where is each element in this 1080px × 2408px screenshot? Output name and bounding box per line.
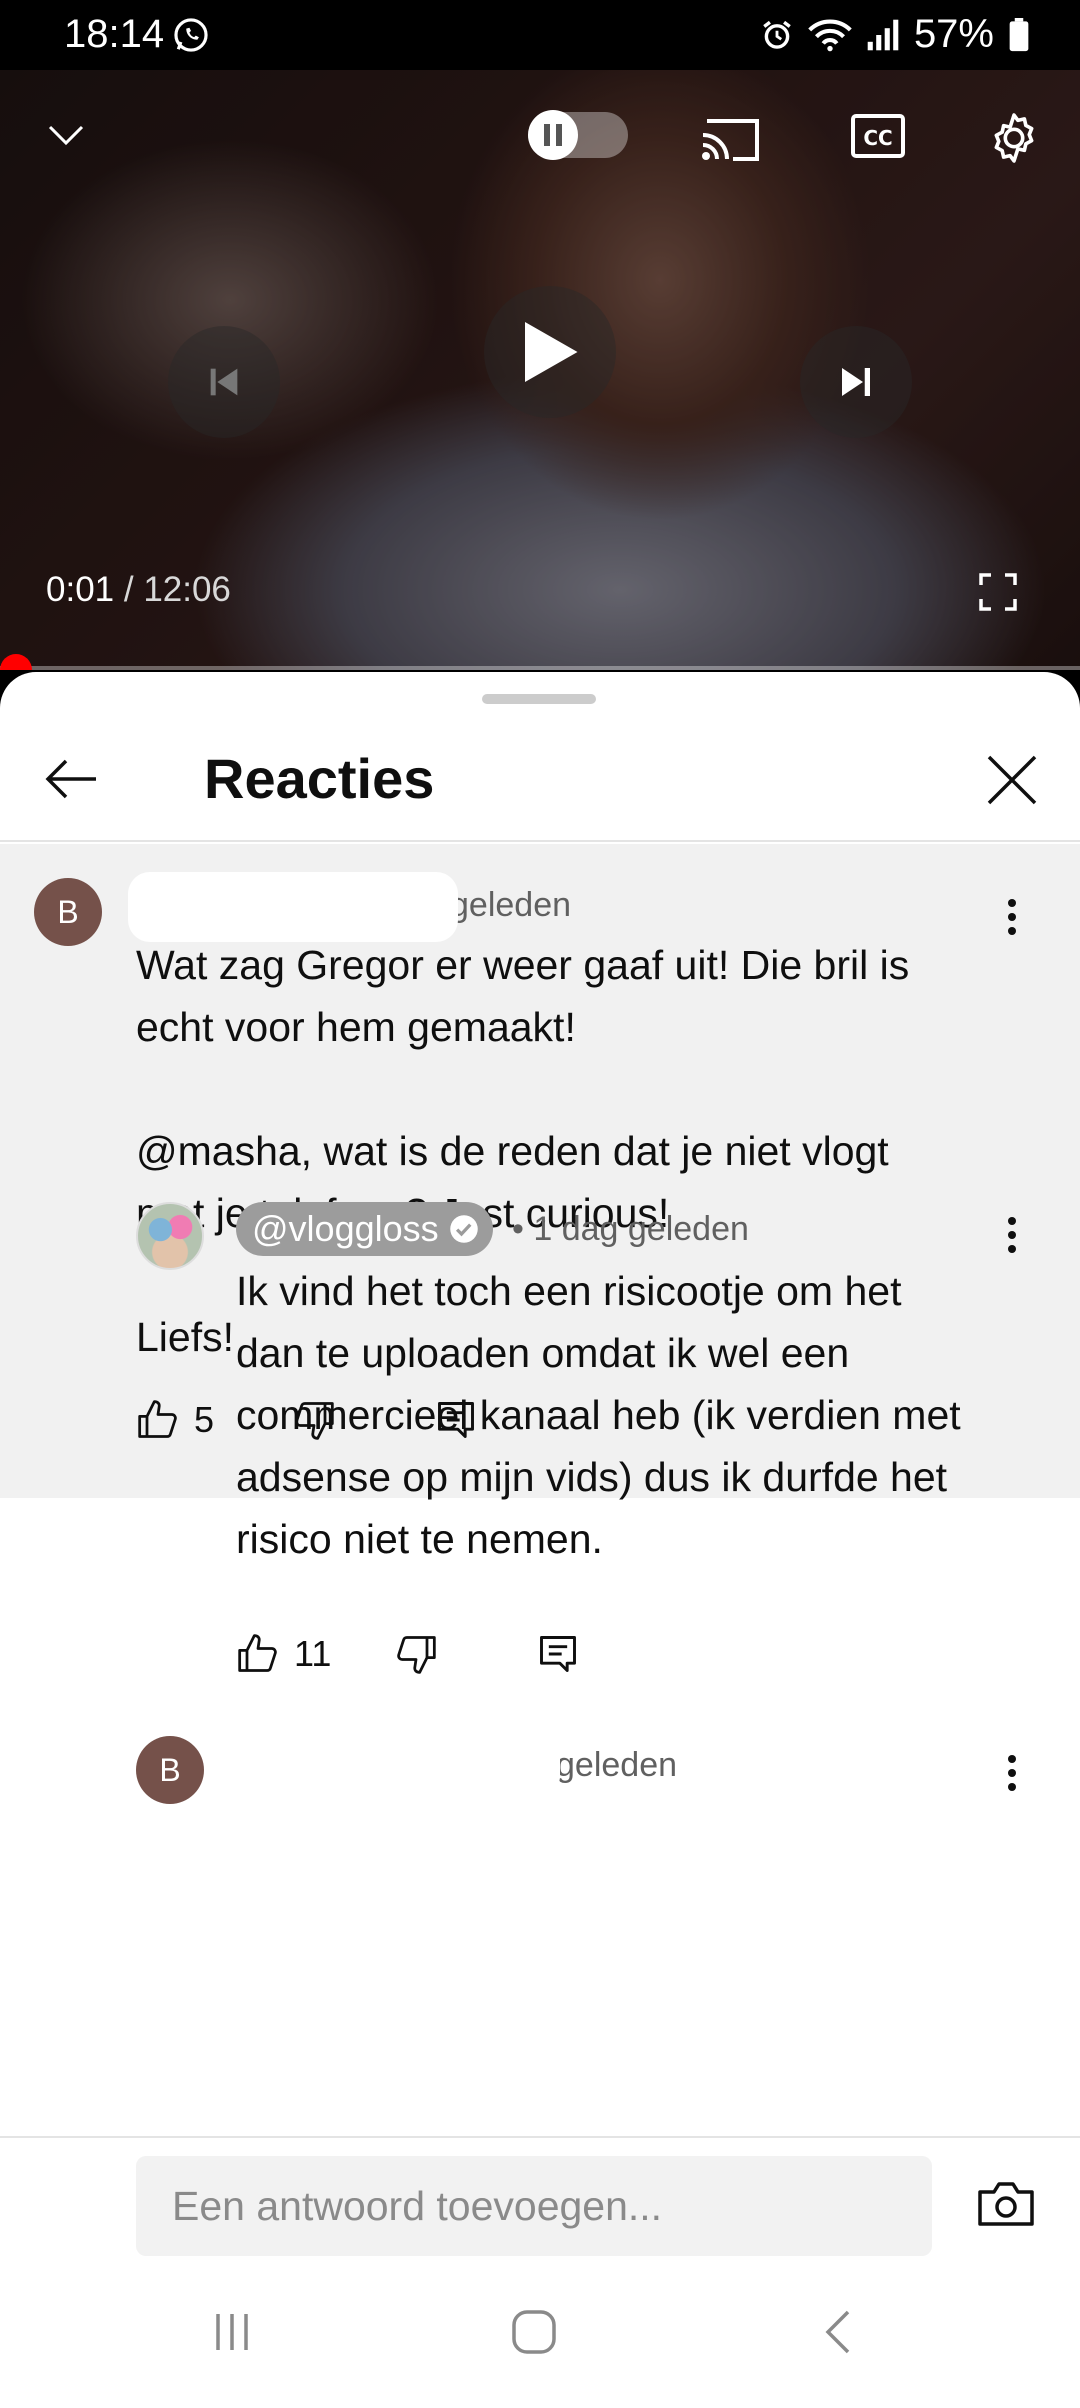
back-icon: [825, 2310, 850, 2354]
reply-author: @vloggloss: [252, 1208, 439, 1249]
camera-icon: [978, 2182, 1034, 2226]
gear-icon: [994, 113, 1034, 163]
arrow-left-icon: [45, 759, 96, 799]
fullscreen-icon: [979, 573, 1017, 611]
camera-button[interactable]: [970, 2168, 1042, 2240]
next-video-button[interactable]: [800, 326, 912, 438]
skip-previous-icon: [210, 368, 238, 396]
autoplay-toggle[interactable]: [528, 110, 628, 160]
reply-text: Ik vind het toch een risicootje om het d…: [236, 1268, 961, 1562]
comment-reply-icon: [540, 1636, 576, 1672]
status-bar: 18:14 57%: [0, 0, 1080, 70]
avatar[interactable]: [136, 1202, 204, 1270]
comment-thread: B geleden Wat zag Gregor er weer gaaf ui…: [0, 844, 1080, 2134]
reply-input[interactable]: Een antwoord toevoegen...: [136, 2156, 932, 2256]
chevron-down-icon: [48, 125, 84, 146]
reply-time: • 1 dag geleden: [512, 1210, 749, 1248]
more-vert-icon: [1008, 899, 1016, 935]
drag-handle[interactable]: [482, 694, 596, 704]
pause-icon: [528, 110, 578, 160]
captions-button[interactable]: CC: [846, 108, 910, 164]
recent-apps-button[interactable]: [190, 2290, 274, 2374]
whatsapp-icon: [174, 18, 208, 52]
comments-header: Reacties: [0, 716, 1080, 842]
home-button[interactable]: [492, 2290, 576, 2374]
svg-text:CC: CC: [863, 126, 892, 150]
reply-button[interactable]: [536, 1632, 580, 1676]
fullscreen-button[interactable]: [970, 564, 1026, 620]
reply-composer: Een antwoord toevoegen...: [0, 2136, 1080, 2266]
thumbs-up-icon: [238, 1634, 277, 1672]
progress-bar[interactable]: [0, 654, 1080, 670]
back-button[interactable]: [36, 744, 106, 814]
duration: 12:06: [143, 570, 231, 609]
previous-video-button[interactable]: [168, 326, 280, 438]
battery-icon: [1009, 17, 1029, 51]
status-icons: 57%: [760, 12, 1030, 57]
video-player[interactable]: CC 0:01 / 12:06: [0, 70, 1080, 670]
play-icon: [525, 322, 578, 382]
collapse-player-button[interactable]: [36, 110, 96, 160]
comment-menu-button[interactable]: [992, 1748, 1032, 1798]
dislike-button[interactable]: [394, 1632, 438, 1676]
like-button[interactable]: 5: [136, 1398, 214, 1442]
system-navigation-bar: [0, 2266, 1080, 2408]
signal-icon: [867, 19, 899, 50]
comment-time: geleden: [450, 886, 572, 924]
home-icon: [512, 2310, 556, 2354]
back-nav-button[interactable]: [796, 2290, 880, 2374]
thumbs-down-icon: [397, 1636, 436, 1674]
like-count: 11: [294, 1633, 332, 1674]
play-button[interactable]: [484, 286, 616, 418]
current-time: 0:01: [46, 570, 115, 609]
alarm-icon: [763, 20, 791, 49]
redacted-author: [230, 1734, 560, 1798]
avatar[interactable]: B: [34, 878, 102, 946]
avatar[interactable]: B: [136, 1736, 204, 1804]
recent-apps-icon: [216, 2314, 248, 2350]
comments-title: Reacties: [204, 747, 435, 810]
closed-captions-icon: CC: [851, 114, 905, 158]
comments-sheet: Reacties B geleden Wat zag Gregor er wee…: [0, 672, 1080, 2408]
like-count: 5: [194, 1399, 215, 1440]
battery-percent: 57%: [913, 12, 994, 56]
comment-time: geleden: [556, 1746, 678, 1784]
more-vert-icon: [1008, 1755, 1016, 1791]
thumbs-up-icon: [138, 1400, 177, 1438]
more-vert-icon: [1008, 1217, 1016, 1253]
settings-button[interactable]: [982, 106, 1046, 170]
skip-next-icon: [842, 368, 870, 396]
cast-icon: [702, 119, 759, 161]
reply-menu-button[interactable]: [992, 1210, 1032, 1260]
verified-icon: [449, 1215, 478, 1243]
redacted-author: [128, 872, 458, 942]
time-display: 0:01 / 12:06: [46, 570, 231, 610]
author-chip[interactable]: @vloggloss: [236, 1202, 493, 1256]
wifi-icon: [808, 19, 852, 51]
cast-button[interactable]: [694, 108, 766, 168]
status-time: 18:14: [64, 12, 165, 56]
close-button[interactable]: [976, 744, 1048, 816]
like-button[interactable]: 11: [236, 1632, 331, 1676]
time-separator: /: [114, 570, 144, 609]
close-icon: [987, 755, 1037, 805]
